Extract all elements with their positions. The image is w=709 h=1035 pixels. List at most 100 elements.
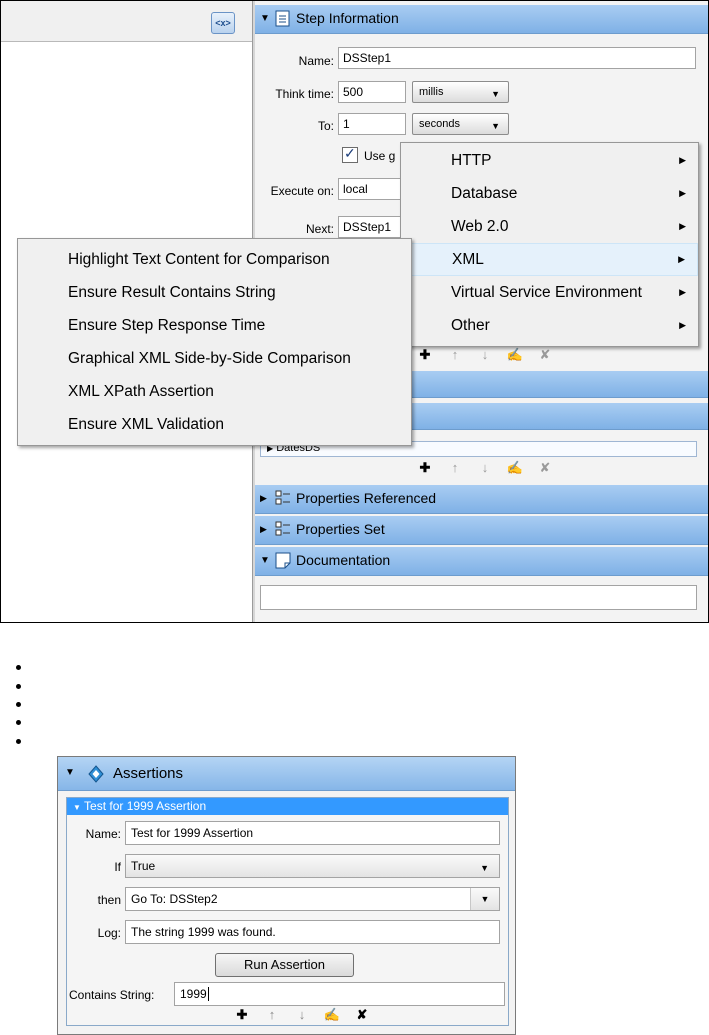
move-up-icon[interactable]: ↑ xyxy=(440,347,470,362)
collapse-triangle-icon[interactable]: ▼ xyxy=(65,767,75,778)
to-unit-dropdown[interactable]: seconds ▼ xyxy=(412,113,509,135)
contains-string-label: Contains String: xyxy=(69,988,155,1002)
xml-menu-item[interactable]: Ensure Step Response Time xyxy=(18,309,411,342)
toolbar-row: ✚ ↑ ↓ ✍ ✘ xyxy=(410,460,560,476)
think-time-field[interactable]: 500 xyxy=(338,81,406,103)
move-down-icon[interactable]: ↓ xyxy=(470,347,500,362)
move-up-icon[interactable]: ↑ xyxy=(257,1007,287,1022)
documentation-header[interactable]: ▼ Documentation xyxy=(255,547,708,576)
category-menu-item[interactable]: Database ▶ xyxy=(401,177,698,210)
edit-icon[interactable]: ✍ xyxy=(500,460,530,476)
category-menu-item-label: XML xyxy=(452,251,484,268)
xml-menu-item[interactable]: XML XPath Assertion xyxy=(18,375,411,408)
delete-icon[interactable]: ✘ xyxy=(530,347,560,363)
diamond-icon xyxy=(88,765,104,783)
assertion-title-bar[interactable]: ▼ Test for 1999 Assertion xyxy=(67,798,508,815)
properties-referenced-title: Properties Referenced xyxy=(296,490,437,506)
step-information-title: Step Information xyxy=(296,10,399,26)
add-icon[interactable]: ✚ xyxy=(410,460,440,476)
text-cursor xyxy=(207,987,209,1001)
submenu-arrow-icon: ▶ xyxy=(679,287,686,297)
category-menu-item-label: Web 2.0 xyxy=(451,218,509,235)
add-icon[interactable]: ✚ xyxy=(227,1007,257,1023)
log-field[interactable]: The string 1999 was found. xyxy=(125,920,500,944)
collapse-triangle-icon[interactable]: ▼ xyxy=(260,13,270,24)
assertion-name-field[interactable]: Test for 1999 Assertion xyxy=(125,821,500,845)
contains-string-field[interactable]: 1999 xyxy=(174,982,505,1006)
collapse-triangle-icon[interactable]: ▼ xyxy=(260,555,270,566)
bullet-point xyxy=(16,684,21,689)
think-time-label: Think time: xyxy=(275,87,334,101)
expand-triangle-icon[interactable]: ▶ xyxy=(260,524,267,535)
move-down-icon[interactable]: ↓ xyxy=(470,460,500,475)
name-field[interactable]: DSStep1 xyxy=(338,47,696,69)
add-icon[interactable]: ✚ xyxy=(410,347,440,363)
dropdown-arrow-icon: ▼ xyxy=(491,121,500,131)
to-field[interactable]: 1 xyxy=(338,113,406,135)
edit-icon[interactable]: ✍ xyxy=(500,347,530,363)
then-label: then xyxy=(97,893,121,907)
documentation-textarea[interactable] xyxy=(260,585,697,610)
category-menu-item[interactable]: Other ▶ xyxy=(401,309,698,342)
submenu-arrow-icon: ▶ xyxy=(679,188,686,198)
category-menu-item[interactable]: Web 2.0 ▶ xyxy=(401,210,698,243)
collapse-triangle-icon[interactable]: ▼ xyxy=(73,803,81,812)
properties-set-title: Properties Set xyxy=(296,521,385,537)
category-menu-item[interactable]: XML ▶ xyxy=(401,243,698,276)
delete-icon[interactable]: ✘ xyxy=(530,460,560,476)
move-up-icon[interactable]: ↑ xyxy=(440,460,470,475)
run-assertion-button[interactable]: Run Assertion xyxy=(215,953,354,977)
xml-menu-item-label: Highlight Text Content for Comparison xyxy=(68,251,330,268)
expand-triangle-icon[interactable]: ▶ xyxy=(260,493,267,504)
xml-menu-item-label: Ensure Step Response Time xyxy=(68,317,266,334)
step-information-header[interactable]: ▼ Step Information xyxy=(255,5,708,34)
to-unit-value: seconds xyxy=(419,118,460,130)
dropdown-arrow-icon: ▼ xyxy=(480,863,489,873)
then-action-value: Go To: DSStep2 xyxy=(131,892,218,906)
xml-menu-item-label: Graphical XML Side-by-Side Comparison xyxy=(68,350,351,367)
use-global-checkbox[interactable]: ✓ xyxy=(342,145,358,163)
checklist-icon xyxy=(275,521,290,536)
next-field[interactable]: DSStep1 xyxy=(338,216,408,238)
category-menu-item-label: Other xyxy=(451,317,490,334)
log-label: Log: xyxy=(97,926,121,940)
document-list-icon xyxy=(275,10,290,27)
assertions-title: Assertions xyxy=(113,765,184,782)
xml-menu-item[interactable]: Highlight Text Content for Comparison xyxy=(18,243,411,276)
xml-menu-item[interactable]: Graphical XML Side-by-Side Comparison xyxy=(18,342,411,375)
bullet-point xyxy=(16,702,21,707)
assertions-header[interactable]: ▼ Assertions xyxy=(58,757,515,791)
if-condition-value: True xyxy=(131,859,156,873)
if-condition-dropdown[interactable]: True ▼ xyxy=(125,854,500,878)
assertion-title: Test for 1999 Assertion xyxy=(84,799,207,813)
submenu-arrow-icon: ▶ xyxy=(679,221,686,231)
execute-on-label: Execute on: xyxy=(270,184,334,198)
category-menu-item[interactable]: HTTP ▶ xyxy=(401,144,698,177)
think-time-unit-dropdown[interactable]: millis ▼ xyxy=(412,81,509,103)
properties-set-header[interactable]: ▶ Properties Set xyxy=(255,516,708,545)
bullet-point xyxy=(16,665,21,670)
category-menu-item[interactable]: Virtual Service Environment ▶ xyxy=(401,276,698,309)
documentation-title: Documentation xyxy=(296,552,391,568)
checkmark-icon: ✓ xyxy=(344,145,356,161)
xml-menu-item-label: Ensure XML Validation xyxy=(68,416,224,433)
assertion-category-menu: HTTP ▶ Database ▶ Web 2.0 ▶ XML ▶ Virtual Servic… xyxy=(400,142,699,347)
xml-assertions-submenu: Highlight Text Content for Comparison Ens… xyxy=(17,238,412,446)
delete-icon[interactable]: ✘ xyxy=(347,1007,377,1023)
toolbar-row: ✚ ↑ ↓ ✍ ✘ xyxy=(410,347,560,363)
then-action-dropdown[interactable]: Go To: DSStep2 ▼ xyxy=(125,887,500,911)
bullet-point xyxy=(16,739,21,744)
name-label: Name: xyxy=(85,827,121,841)
xml-menu-item[interactable]: Ensure Result Contains String xyxy=(18,276,411,309)
submenu-arrow-icon: ▶ xyxy=(679,155,686,165)
xml-menu-item[interactable]: Ensure XML Validation xyxy=(18,408,411,441)
properties-referenced-header[interactable]: ▶ Properties Referenced xyxy=(255,485,708,514)
top-screenshot: <x> ▼ Step Information Name: DSStep1 Thi… xyxy=(0,0,709,623)
xml-menu-item-label: Ensure Result Contains String xyxy=(68,284,276,301)
dropdown-arrow-icon: ▼ xyxy=(491,89,500,99)
xml-node-icon[interactable]: <x> xyxy=(211,12,235,34)
move-down-icon[interactable]: ↓ xyxy=(287,1007,317,1022)
execute-on-field[interactable]: local xyxy=(338,178,408,200)
edit-icon[interactable]: ✍ xyxy=(317,1007,347,1023)
toolbar-row: ✚ ↑ ↓ ✍ ✘ xyxy=(227,1007,377,1023)
